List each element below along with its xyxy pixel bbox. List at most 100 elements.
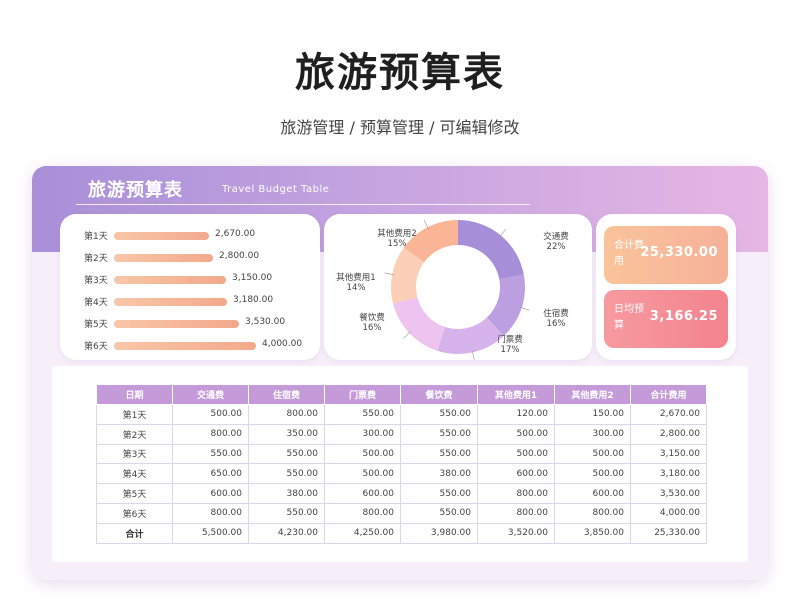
table-cell: 5,500.00 xyxy=(172,522,249,544)
table-header-cell: 交通费 xyxy=(172,384,249,405)
donut-label-name: 餐饮费 xyxy=(359,312,385,323)
title-divider xyxy=(76,204,530,205)
table-header-cell: 合计费用 xyxy=(630,384,707,405)
table-row: 第5天 600.00 380.00 600.00 550.00 800.00 600.00 3… xyxy=(96,483,707,504)
table-cell: 800.00 xyxy=(172,502,249,524)
donut-label-pct: 14% xyxy=(347,283,366,293)
daily-bar-row: 第1天 2,670.00 xyxy=(60,228,320,244)
daily-bar xyxy=(114,342,256,350)
table-header-cell: 日期 xyxy=(96,384,173,405)
table-cell: 2,800.00 xyxy=(630,423,707,445)
donut-label-name: 其他费用1 xyxy=(336,272,375,283)
table-cell: 第6天 xyxy=(96,502,173,524)
table-row: 第6天 800.00 550.00 800.00 550.00 800.00 800.00 4… xyxy=(96,502,707,524)
daily-bar xyxy=(114,276,226,284)
daily-bar-label: 第4天 xyxy=(84,298,108,308)
table-cell: 合计 xyxy=(96,522,173,544)
table-row: 第1天 500.00 800.00 550.00 550.00 120.00 150.00 2… xyxy=(96,404,707,425)
table-cell: 550.00 xyxy=(400,483,478,504)
daily-bar xyxy=(114,320,239,328)
table-cell: 550.00 xyxy=(248,463,325,485)
donut-label-pct: 16% xyxy=(363,323,382,333)
table-cell: 150.00 xyxy=(554,404,631,425)
table-header-cell: 门票费 xyxy=(324,384,401,405)
donut-label-pct: 17% xyxy=(501,345,520,355)
daily-bar-value: 4,000.00 xyxy=(262,339,303,349)
budget-table-panel: 日期 交通费 住宿费 门票费 餐饮费 其他费用1 其他费用2 合计费用 第1天 500.00 80… xyxy=(52,366,748,562)
table-cell: 300.00 xyxy=(324,423,401,445)
table-cell: 650.00 xyxy=(172,463,249,485)
table-cell: 3,530.00 xyxy=(630,483,707,504)
table-cell: 550.00 xyxy=(400,404,478,425)
daily-budget-box: 日均预算 3,166.25 xyxy=(604,290,728,348)
table-cell: 800.00 xyxy=(477,502,555,524)
total-cost-box: 合计费用 25,330.00 xyxy=(604,226,728,284)
daily-bar-label: 第5天 xyxy=(84,320,108,330)
table-cell: 500.00 xyxy=(172,404,249,425)
daily-bar-value: 3,180.00 xyxy=(233,295,274,305)
donut-label-pct: 22% xyxy=(547,242,566,252)
table-cell: 600.00 xyxy=(324,483,401,504)
daily-bar xyxy=(114,254,213,262)
donut-label-name: 交通费 xyxy=(543,231,569,242)
summary-panel: 合计费用 25,330.00 日均预算 3,166.25 xyxy=(596,214,736,360)
table-cell: 第2天 xyxy=(96,423,173,445)
daily-bar-row: 第6天 4,000.00 xyxy=(60,338,320,354)
cost-category-donut-panel: 交通费 22% 住宿费 16% 门票费 17% 餐饮费 16% 其他费用1 14% 其他费用2 15% xyxy=(324,214,592,360)
table-cell: 800.00 xyxy=(324,502,401,524)
daily-bar-row: 第5天 3,530.00 xyxy=(60,316,320,332)
table-cell: 第4天 xyxy=(96,463,173,485)
table-cell: 800.00 xyxy=(554,502,631,524)
table-cell: 380.00 xyxy=(400,463,478,485)
table-cell: 800.00 xyxy=(477,483,555,504)
daily-bar-value: 2,800.00 xyxy=(219,251,260,261)
table-cell: 3,980.00 xyxy=(400,522,478,544)
total-cost-value: 25,330.00 xyxy=(640,245,718,260)
table-cell: 500.00 xyxy=(324,443,401,465)
table-cell: 4,250.00 xyxy=(324,522,401,544)
daily-bar xyxy=(114,298,227,306)
table-cell: 500.00 xyxy=(477,423,555,445)
donut-chart: 交通费22%住宿费16%门票费17%餐饮费16%其他费用114%其他费用215% xyxy=(336,220,569,360)
table-total-row: 合计 5,500.00 4,230.00 4,250.00 3,980.00 3,520.… xyxy=(96,522,707,544)
table-cell: 500.00 xyxy=(554,443,631,465)
table-cell: 600.00 xyxy=(554,483,631,504)
donut-leader-line xyxy=(403,331,411,339)
daily-bar-label: 第3天 xyxy=(84,276,108,286)
donut-leader-line xyxy=(423,220,429,230)
table-cell: 550.00 xyxy=(248,502,325,524)
table-cell: 550.00 xyxy=(400,443,478,465)
table-cell: 550.00 xyxy=(400,502,478,524)
table-header-cell: 其他费用2 xyxy=(554,384,631,405)
daily-cost-bar-panel: 第1天 2,670.00 第2天 2,800.00 第3天 3,150.00 第4天 3,18… xyxy=(60,214,320,360)
table-cell: 550.00 xyxy=(400,423,478,445)
donut-slice xyxy=(458,220,524,280)
table-row: 第3天 550.00 550.00 500.00 550.00 500.00 500.00 3… xyxy=(96,443,707,465)
donut-leader-line xyxy=(499,229,507,238)
daily-bar-value: 2,670.00 xyxy=(215,229,256,239)
table-cell: 550.00 xyxy=(324,404,401,425)
daily-bar xyxy=(114,232,209,240)
table-header-cell: 餐饮费 xyxy=(400,384,478,405)
table-cell: 600.00 xyxy=(172,483,249,504)
table-cell: 600.00 xyxy=(477,463,555,485)
daily-budget-value: 3,166.25 xyxy=(649,309,718,324)
table-cell: 3,150.00 xyxy=(630,443,707,465)
daily-bar-label: 第1天 xyxy=(84,232,108,242)
table-cell: 550.00 xyxy=(172,443,249,465)
table-cell: 2,670.00 xyxy=(630,404,707,425)
page-title: 旅游预算表 xyxy=(295,50,505,96)
table-header-cell: 其他费用1 xyxy=(477,384,555,405)
table-cell: 380.00 xyxy=(248,483,325,504)
daily-bar-row: 第4天 3,180.00 xyxy=(60,294,320,310)
table-cell: 3,850.00 xyxy=(554,522,631,544)
table-cell: 120.00 xyxy=(477,404,555,425)
table-row: 第4天 650.00 550.00 500.00 380.00 600.00 500.00 3… xyxy=(96,463,707,485)
daily-budget-label: 日均预算 xyxy=(614,304,644,331)
page-subtitle: 旅游管理 / 预算管理 / 可编辑修改 xyxy=(280,118,520,137)
donut-slice xyxy=(393,297,446,351)
budget-table: 日期 交通费 住宿费 门票费 餐饮费 其他费用1 其他费用2 合计费用 第1天 500.00 80… xyxy=(96,384,707,544)
daily-bar-label: 第2天 xyxy=(84,254,108,264)
table-cell: 350.00 xyxy=(248,423,325,445)
table-cell: 500.00 xyxy=(324,463,401,485)
